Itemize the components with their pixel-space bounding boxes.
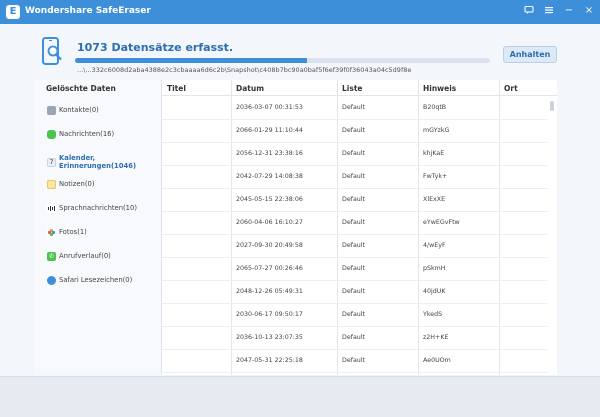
sidebar-item-notes[interactable]: Notizen(0) [35,174,162,194]
voicemail-icon [47,203,56,213]
column-header-location[interactable]: Ort [504,84,518,93]
table-row[interactable]: 2042-07-29 14:08:38 Default FwTyk+ [162,166,547,189]
table-row[interactable]: 2034-02-07 03:45:32DefaultFm/EiO [162,373,547,375]
messages-icon [47,129,56,139]
table-header: Titel Datum Liste Hinweis Ort [162,80,557,96]
cell-note: 4/wEyF [423,242,446,249]
cell-note: mGYzkG [423,127,450,134]
cell-list: Default [342,242,366,249]
column-header-date[interactable]: Datum [236,84,264,93]
cell-note: khjKaE [423,150,445,157]
app-logo-icon: E [6,5,20,19]
sidebar-item-label: Sprachnachrichten(10) [59,204,137,212]
calendar-icon: 7 [47,157,56,167]
minimize-button[interactable]: − [564,5,574,17]
menu-icon[interactable] [544,5,554,17]
sidebar-item-label: Fotos(1) [59,228,87,236]
sidebar-item-safari-bookmarks[interactable]: Safari Lesezeichen(0) [35,270,162,290]
app-title: Wondershare SafeEraser [25,6,151,16]
photos-icon [47,227,56,237]
table-row[interactable]: 2027-09-30 20:49:58 Default 4/wEyF [162,235,547,258]
column-header-note[interactable]: Hinweis [423,84,456,93]
sidebar-item-label: Kalender, Erinnerungen(1046) [59,154,137,170]
table-row[interactable]: 2056-12-31 23:38:16 Default khjKaE [162,143,547,166]
cell-date: 2036-03-07 00:31:53 [236,104,303,111]
cell-date: 2036-10-13 23:07:35 [236,334,303,341]
cell-list: Default [342,150,366,157]
cell-list: Default [342,311,366,318]
sidebar-item-contacts[interactable]: Kontakte(0) [35,100,162,120]
stop-button[interactable]: Anhalten [503,46,557,63]
title-bar: E Wondershare SafeEraser − × [0,0,600,24]
cell-note: FwTyk+ [423,173,448,180]
cell-date: 2042-07-29 14:08:38 [236,173,303,180]
table-scrollbar[interactable] [548,97,557,375]
cell-list: Default [342,127,366,134]
cell-list: Default [342,196,366,203]
cell-list: Default [342,288,366,295]
cell-list: Default [342,173,366,180]
cell-list: Default [342,265,366,272]
scan-status-text: 1073 Datensätze erfasst. [77,41,234,54]
cell-date: 2056-12-31 23:38:16 [236,150,303,157]
sidebar-item-calendar[interactable]: 7 Kalender, Erinnerungen(1046) [35,150,162,174]
cell-note: 40jdUK [423,288,446,295]
table-row[interactable]: 2060-04-06 16:10:27 Default eYwEGvFtw [162,212,547,235]
cell-note: z2H+KE [423,334,449,341]
sidebar-item-label: Kontakte(0) [59,106,99,114]
sidebar-header: Gelöschte Daten [46,84,116,93]
sidebar-item-messages[interactable]: Nachrichten(16) [35,124,162,144]
cell-list: Default [342,219,366,226]
sidebar-item-label: Notizen(0) [59,180,95,188]
cell-date: 2060-04-06 16:10:27 [236,219,303,226]
cell-note: pSkmH [423,265,446,272]
scan-path-text: ...\...332c6008d2aba4388e2c3cbaaaa6d6c2b… [77,66,412,74]
table-row[interactable]: 2066-01-29 11:10:44 Default mGYzkG [162,120,547,143]
cell-list: Default [342,104,366,111]
sidebar-item-label: Nachrichten(16) [59,130,115,138]
sidebar-item-call-history[interactable]: ✆ Anrufverlauf(0) [35,246,162,266]
cell-note: XlExXE [423,196,446,203]
cell-date: 2066-01-29 11:10:44 [236,127,303,134]
footer-bar [0,376,600,417]
cell-note: B20qtB [423,104,447,111]
column-header-title[interactable]: Titel [167,84,186,93]
cell-note: Ae0UOm [423,357,451,364]
column-header-list[interactable]: Liste [342,84,363,93]
table-row[interactable]: 2065-07-27 00:26:46 Default pSkmH [162,258,547,281]
safari-icon [47,275,56,285]
cell-date: 2045-05-15 22:38:06 [236,196,303,203]
phone-icon: ✆ [47,251,56,261]
scan-progress-bar [75,58,490,63]
table-row[interactable]: 2036-10-13 23:07:35 Default z2H+KE [162,327,547,350]
sidebar-item-voicemail[interactable]: Sprachnachrichten(10) [35,198,162,218]
close-button[interactable]: × [584,5,594,17]
cell-date: 2030-06-17 09:50:17 [236,311,303,318]
sidebar-item-photos[interactable]: Fotos(1) [35,222,162,242]
table-row[interactable]: 2030-06-17 09:50:17 Default YkedS [162,304,547,327]
window-controls: − × [524,5,594,17]
cell-list: Default [342,357,366,364]
cell-list: Default [342,334,366,341]
sidebar: Gelöschte Daten Kontakte(0) Nachrichten(… [35,80,162,375]
cell-date: 2027-09-30 20:49:58 [236,242,303,249]
scan-progress-fill [75,58,308,63]
table-row[interactable]: 2036-03-07 00:31:53 Default B20qtB [162,97,547,120]
table-row[interactable]: 2047-05-31 22:25:18 Default Ae0UOm [162,350,547,373]
table-row[interactable]: 2045-05-15 22:38:06 Default XlExXE [162,189,547,212]
sidebar-item-label: Safari Lesezeichen(0) [59,276,133,284]
contacts-icon [47,105,56,115]
notes-icon [47,179,56,189]
cell-date: 2048-12-26 05:49:31 [236,288,303,295]
chat-icon[interactable] [524,5,534,17]
cell-date: 2065-07-27 00:26:46 [236,265,303,272]
cell-note: YkedS [423,311,443,318]
cell-note: eYwEGvFtw [423,219,460,226]
cell-date: 2047-05-31 22:25:18 [236,357,303,364]
sidebar-item-label: Anrufverlauf(0) [59,252,111,260]
data-table: Titel Datum Liste Hinweis Ort 2036-03-07… [162,80,557,375]
scrollbar-thumb[interactable] [550,101,554,111]
phone-scan-icon [42,37,64,67]
table-row[interactable]: 2048-12-26 05:49:31 Default 40jdUK [162,281,547,304]
